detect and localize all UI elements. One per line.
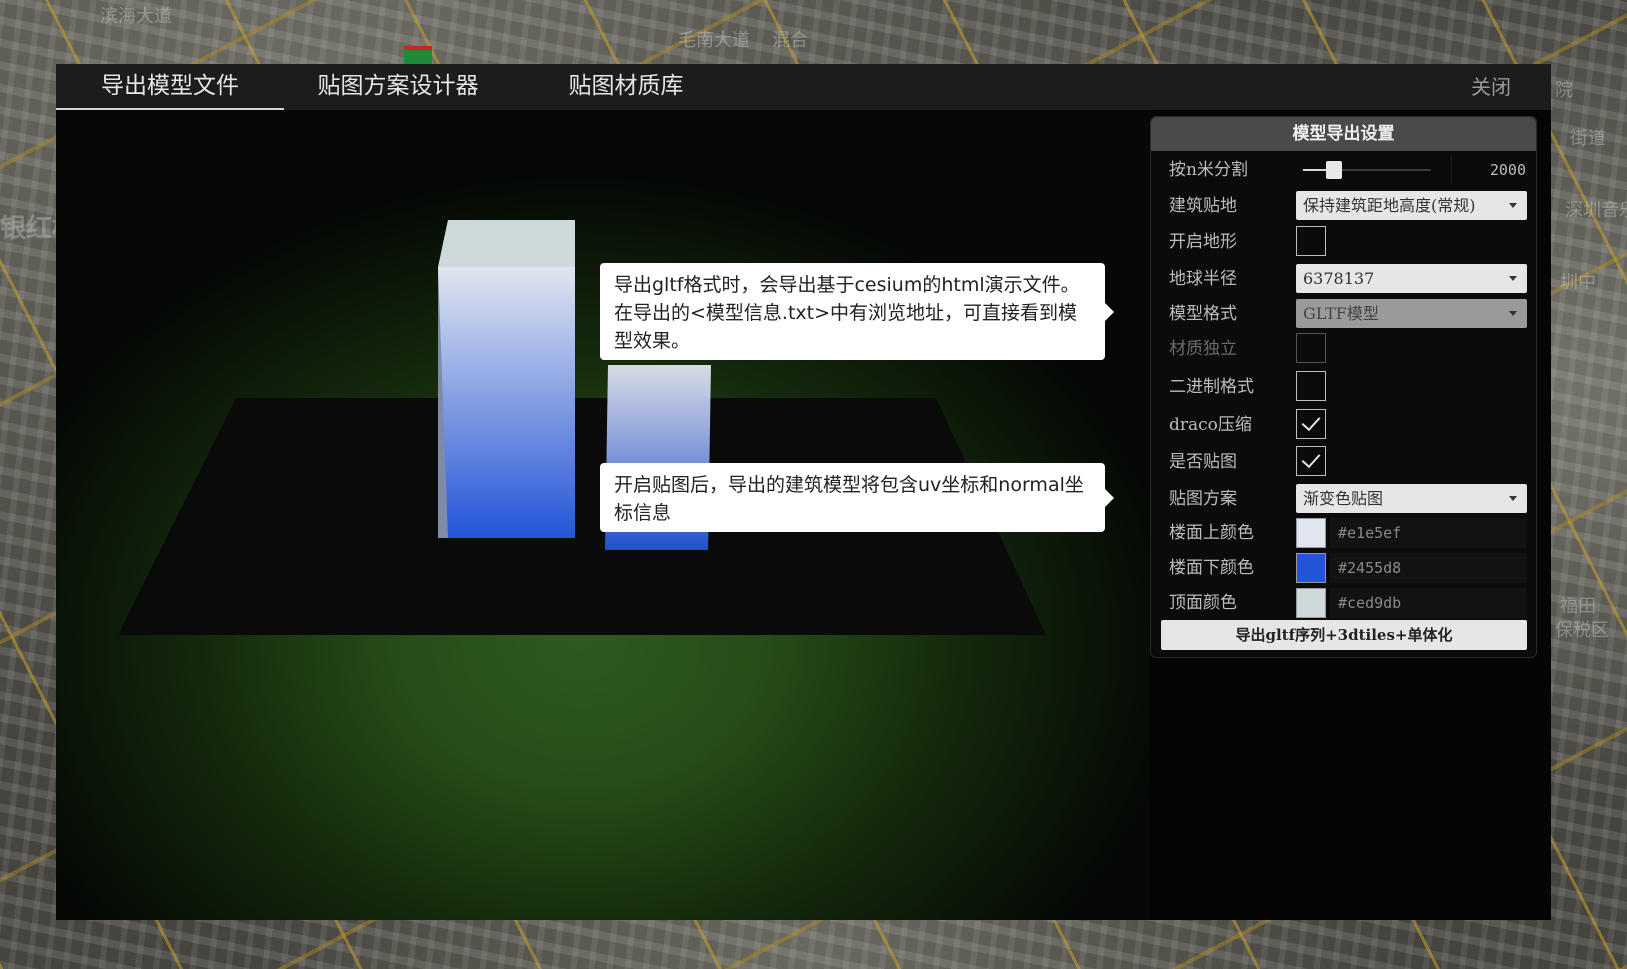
terrain-checkbox[interactable] (1296, 226, 1326, 256)
split-label: 按n米分割 (1169, 160, 1248, 180)
checkmark-icon (1301, 411, 1321, 432)
row-scheme: 贴图方案 渐变色贴图 (1151, 482, 1536, 516)
draco-checkbox[interactable] (1296, 409, 1326, 439)
terrain-label: 开启地形 (1169, 232, 1237, 252)
map-label: 院 (1555, 80, 1573, 101)
roof-color-input[interactable]: #ced9db (1330, 588, 1527, 618)
material-checkbox[interactable] (1296, 333, 1326, 363)
split-slider[interactable] (1303, 161, 1431, 179)
bottom-color-input[interactable]: #2455d8 (1330, 553, 1527, 583)
map-label: 混合 (772, 30, 808, 51)
chevron-down-icon (1509, 496, 1517, 501)
row-binary: 二进制格式 (1151, 370, 1536, 404)
row-top-color: 楼面上颜色 #e1e5ef (1151, 516, 1536, 550)
binary-label: 二进制格式 (1169, 377, 1254, 397)
format-label: 模型格式 (1169, 304, 1237, 324)
split-slider-thumb[interactable] (1326, 161, 1343, 179)
map-label: 滨海大道 (100, 6, 172, 27)
row-ground: 建筑贴地 保持建筑距地高度(常规) (1151, 189, 1536, 223)
export-button[interactable]: 导出gltf序列+3dtiles+单体化 (1161, 620, 1527, 650)
panel-title: 模型导出设置 (1151, 117, 1536, 151)
road-sign-icon (404, 46, 432, 64)
map-label: 保税区 (1555, 620, 1609, 641)
map-label: 毛南大道 (678, 30, 750, 51)
radius-label: 地球半径 (1169, 269, 1237, 289)
chevron-down-icon (1509, 311, 1517, 316)
row-draco: draco压缩 (1151, 408, 1536, 442)
format-select-value: GLTF模型 (1303, 304, 1379, 323)
roof-color-swatch[interactable] (1296, 588, 1326, 618)
top-color-swatch[interactable] (1296, 518, 1326, 548)
tab-export-model[interactable]: 导出模型文件 (56, 64, 284, 110)
row-split: 按n米分割 2000 (1151, 153, 1536, 187)
split-slider-fill (1303, 169, 1327, 171)
export-settings-panel: 模型导出设置 按n米分割 2000 建筑贴地 保持建筑距地高度(常规) 开启地形… (1150, 116, 1537, 658)
radius-select[interactable]: 6378137 (1296, 264, 1527, 293)
ground-select-value: 保持建筑距地高度(常规) (1303, 196, 1476, 215)
tab-bar: 导出模型文件 贴图方案设计器 贴图材质库 关闭 (56, 64, 1551, 110)
bottom-color-swatch[interactable] (1296, 553, 1326, 583)
texture-label: 是否贴图 (1169, 452, 1237, 472)
checkmark-icon (1301, 448, 1321, 469)
tooltip-gltf-hint: 导出gltf格式时，会导出基于cesium的html演示文件。在导出的<模型信息… (600, 263, 1114, 360)
close-button[interactable]: 关闭 (1471, 64, 1511, 110)
roof-color-label: 顶面颜色 (1169, 593, 1237, 613)
radius-select-value: 6378137 (1303, 269, 1375, 288)
model-preview-viewport[interactable]: 导出gltf格式时，会导出基于cesium的html演示文件。在导出的<模型信息… (56, 110, 1149, 920)
scheme-label: 贴图方案 (1169, 489, 1237, 509)
split-value[interactable]: 2000 (1451, 156, 1526, 184)
row-bottom-color: 楼面下颜色 #2455d8 (1151, 551, 1536, 585)
tooltip-texture-hint: 开启贴图后，导出的建筑模型将包含uv坐标和normal坐标信息 (600, 463, 1114, 532)
row-roof-color: 顶面颜色 #ced9db (1151, 586, 1536, 620)
row-material: 材质独立 (1151, 332, 1536, 366)
map-label: 街道 (1570, 128, 1606, 149)
format-select[interactable]: GLTF模型 (1296, 299, 1527, 328)
map-label: 圳中 (1560, 272, 1596, 293)
ground-label: 建筑贴地 (1169, 196, 1237, 216)
scheme-select-value: 渐变色贴图 (1303, 489, 1384, 508)
map-label: 深圳音乐 (1565, 200, 1627, 221)
material-label: 材质独立 (1169, 339, 1237, 359)
binary-checkbox[interactable] (1296, 371, 1326, 401)
tab-texture-designer[interactable]: 贴图方案设计器 (284, 64, 512, 108)
tab-texture-library[interactable]: 贴图材质库 (512, 64, 740, 108)
building-tall-roof (438, 220, 575, 267)
scheme-select[interactable]: 渐变色贴图 (1296, 484, 1527, 513)
row-terrain: 开启地形 (1151, 225, 1536, 259)
bottom-color-label: 楼面下颜色 (1169, 558, 1254, 578)
export-dialog: 导出模型文件 贴图方案设计器 贴图材质库 关闭 导出gltf格式时，会导出基于c… (56, 64, 1551, 920)
building-tall (438, 267, 575, 538)
row-format: 模型格式 GLTF模型 (1151, 297, 1536, 331)
row-radius: 地球半径 6378137 (1151, 262, 1536, 296)
row-texture: 是否贴图 (1151, 445, 1536, 479)
top-color-input[interactable]: #e1e5ef (1330, 518, 1527, 548)
map-label: 福田 (1560, 596, 1596, 617)
texture-checkbox[interactable] (1296, 446, 1326, 476)
chevron-down-icon (1509, 203, 1517, 208)
chevron-down-icon (1509, 276, 1517, 281)
top-color-label: 楼面上颜色 (1169, 523, 1254, 543)
ground-select[interactable]: 保持建筑距地高度(常规) (1296, 191, 1527, 220)
draco-label: draco压缩 (1169, 415, 1252, 435)
